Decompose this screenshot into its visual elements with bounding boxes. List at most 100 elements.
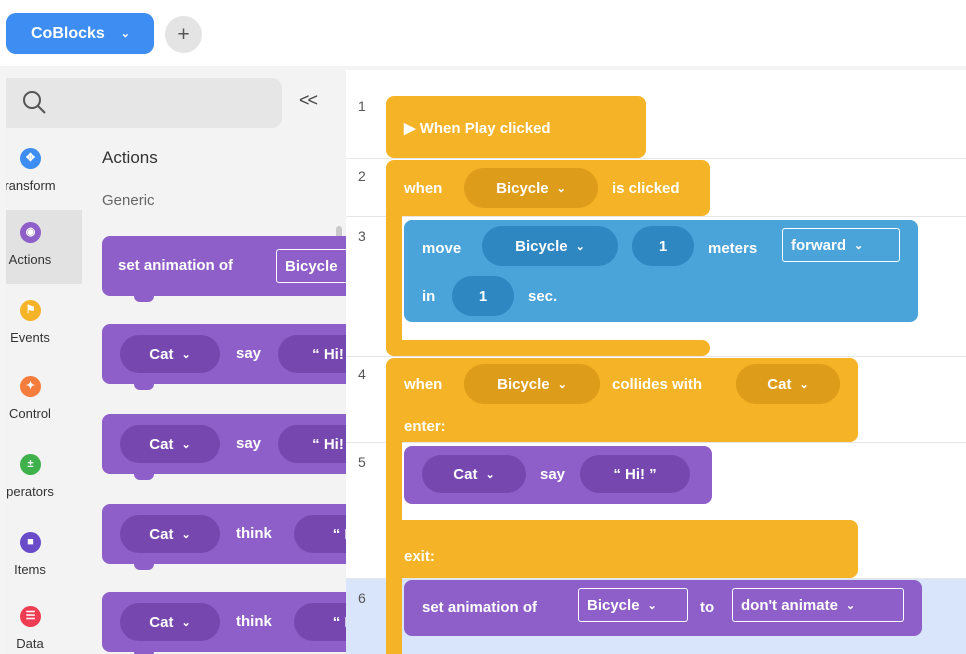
input-value: 1 xyxy=(478,287,488,305)
say-text-input[interactable]: “ Hi! ” xyxy=(580,455,690,493)
chevron-down-icon: ⌄ xyxy=(120,28,131,40)
add-tab-button[interactable]: + xyxy=(165,16,202,53)
sprite-dropdown[interactable]: Bicycle ⌄ xyxy=(464,168,598,208)
category-label: Control xyxy=(9,406,51,421)
sprite-dropdown[interactable]: Bicycle xyxy=(276,249,346,283)
category-label: Data xyxy=(16,636,44,651)
line-divider xyxy=(346,158,966,159)
block-text: move xyxy=(422,240,462,257)
palette-block-think[interactable]: Cat ⌄ think “ H xyxy=(102,504,346,570)
category-label: Events xyxy=(10,330,50,345)
block-text: say xyxy=(540,466,566,483)
text-input[interactable]: “ Hi! xyxy=(278,425,346,463)
when-collides-block[interactable]: when Bicycle ⌄ collides with Cat ⌄ enter: xyxy=(386,358,858,442)
dropdown-value: Bicycle xyxy=(587,596,640,614)
block-text: enter: xyxy=(404,418,446,435)
category-items[interactable]: ■ Items xyxy=(6,520,82,594)
line-number: 2 xyxy=(358,168,366,184)
input-value: “ Hi! xyxy=(312,435,344,453)
line-number: 3 xyxy=(358,228,366,244)
input-value: “ Hi! xyxy=(312,345,344,363)
animation-dropdown[interactable]: don't animate ⌄ xyxy=(732,588,904,622)
sprite-dropdown[interactable]: Cat ⌄ xyxy=(120,425,220,463)
line-divider xyxy=(346,356,966,357)
chevron-down-icon: ⌄ xyxy=(556,182,566,195)
line-divider xyxy=(346,578,966,579)
line-number: 5 xyxy=(358,454,366,470)
palette-block-think[interactable]: Cat ⌄ think “ H xyxy=(102,592,346,654)
category-actions[interactable]: ◉ Actions xyxy=(6,210,82,284)
block-text: set animation of xyxy=(422,599,538,616)
input-value: “ H xyxy=(332,525,346,543)
sprite-dropdown[interactable]: Cat ⌄ xyxy=(120,603,220,641)
category-label: Actions xyxy=(8,252,52,267)
duration-input[interactable]: 1 xyxy=(452,276,514,316)
palette-title: Actions xyxy=(102,148,158,167)
distance-input[interactable]: 1 xyxy=(632,226,694,266)
text-input[interactable]: “ H xyxy=(294,603,346,641)
say-block[interactable]: Cat ⌄ say “ Hi! ” xyxy=(404,446,712,504)
plus-icon: + xyxy=(177,22,190,46)
palette-search[interactable] xyxy=(6,78,282,128)
block-text: exit: xyxy=(404,548,435,565)
dropdown-value: Cat xyxy=(149,435,174,453)
collides-exit-section: exit: xyxy=(386,520,858,578)
category-control[interactable]: ✦ Control xyxy=(6,364,82,438)
palette-block-say[interactable]: Cat ⌄ say “ Hi! xyxy=(102,324,346,390)
block-text: when xyxy=(404,376,443,393)
palette-block-set-animation[interactable]: set animation of Bicycle xyxy=(102,236,346,302)
actions-icon: ◉ xyxy=(20,222,41,243)
block-text: is clicked xyxy=(612,180,680,197)
move-block[interactable]: move Bicycle ⌄ 1 meters forward ⌄ in 1 sec… xyxy=(404,220,918,322)
dropdown-value: Cat xyxy=(767,375,792,393)
chevron-down-icon: ⌄ xyxy=(845,599,856,612)
input-value: 1 xyxy=(658,237,668,255)
input-value: “ H xyxy=(332,613,346,631)
sprite-dropdown[interactable]: Cat ⌄ xyxy=(120,515,220,553)
dropdown-value: Cat xyxy=(149,345,174,363)
dropdown-value: Bicycle xyxy=(285,257,338,275)
category-operators[interactable]: ± perators xyxy=(6,442,82,516)
collapse-palette-button[interactable]: << xyxy=(299,90,318,111)
when-clicked-block[interactable]: when Bicycle ⌄ is clicked xyxy=(386,160,710,216)
top-bar: CoBlocks ⌄ + xyxy=(0,0,966,66)
direction-dropdown[interactable]: forward ⌄ xyxy=(782,228,900,262)
block-text: sec. xyxy=(528,288,558,305)
category-transform[interactable]: ✥ ransform xyxy=(6,136,82,210)
block-text: ▶ When Play clicked xyxy=(404,120,551,137)
chevron-down-icon: ⌄ xyxy=(575,240,585,253)
category-data[interactable]: ☰ Data xyxy=(6,594,82,654)
block-text: think xyxy=(236,613,272,630)
project-tab[interactable]: CoBlocks ⌄ xyxy=(6,13,154,54)
line-divider xyxy=(346,442,966,443)
chevron-down-icon: ⌄ xyxy=(181,348,191,361)
text-input[interactable]: “ Hi! xyxy=(278,335,346,373)
category-label: Items xyxy=(14,562,46,577)
chevron-down-icon: ⌄ xyxy=(647,599,657,612)
block-text: say xyxy=(236,435,262,452)
category-label: ransform xyxy=(6,178,56,193)
when-play-clicked-block[interactable]: ▶ When Play clicked xyxy=(386,96,646,158)
sprite-dropdown[interactable]: Cat ⌄ xyxy=(120,335,220,373)
transform-icon: ✥ xyxy=(20,148,41,169)
line-number: 6 xyxy=(358,590,366,606)
set-animation-block[interactable]: set animation of Bicycle ⌄ to don't anima… xyxy=(404,580,922,636)
sprite-dropdown[interactable]: Bicycle ⌄ xyxy=(464,364,600,404)
palette-block-say[interactable]: Cat ⌄ say “ Hi! xyxy=(102,414,346,480)
category-events[interactable]: ⚑ Events xyxy=(6,288,82,362)
line-number: 1 xyxy=(358,98,366,114)
dropdown-value: Cat xyxy=(453,465,478,483)
sprite-dropdown[interactable]: Bicycle ⌄ xyxy=(578,588,688,622)
block-text: collides with xyxy=(612,376,703,393)
script-editor[interactable]: 1 2 3 4 5 6 ▶ When Play clicked when Bic… xyxy=(346,70,966,654)
block-text: in xyxy=(422,288,436,305)
target-dropdown[interactable]: Cat ⌄ xyxy=(736,364,840,404)
dropdown-value: Cat xyxy=(149,613,174,631)
dropdown-value: Bicycle xyxy=(515,237,568,255)
block-text: to xyxy=(700,599,715,616)
sprite-dropdown[interactable]: Bicycle ⌄ xyxy=(482,226,618,266)
chevron-down-icon: ⌄ xyxy=(557,378,567,391)
text-input[interactable]: “ H xyxy=(294,515,346,553)
category-label: perators xyxy=(6,484,54,499)
sprite-dropdown[interactable]: Cat ⌄ xyxy=(422,455,526,493)
